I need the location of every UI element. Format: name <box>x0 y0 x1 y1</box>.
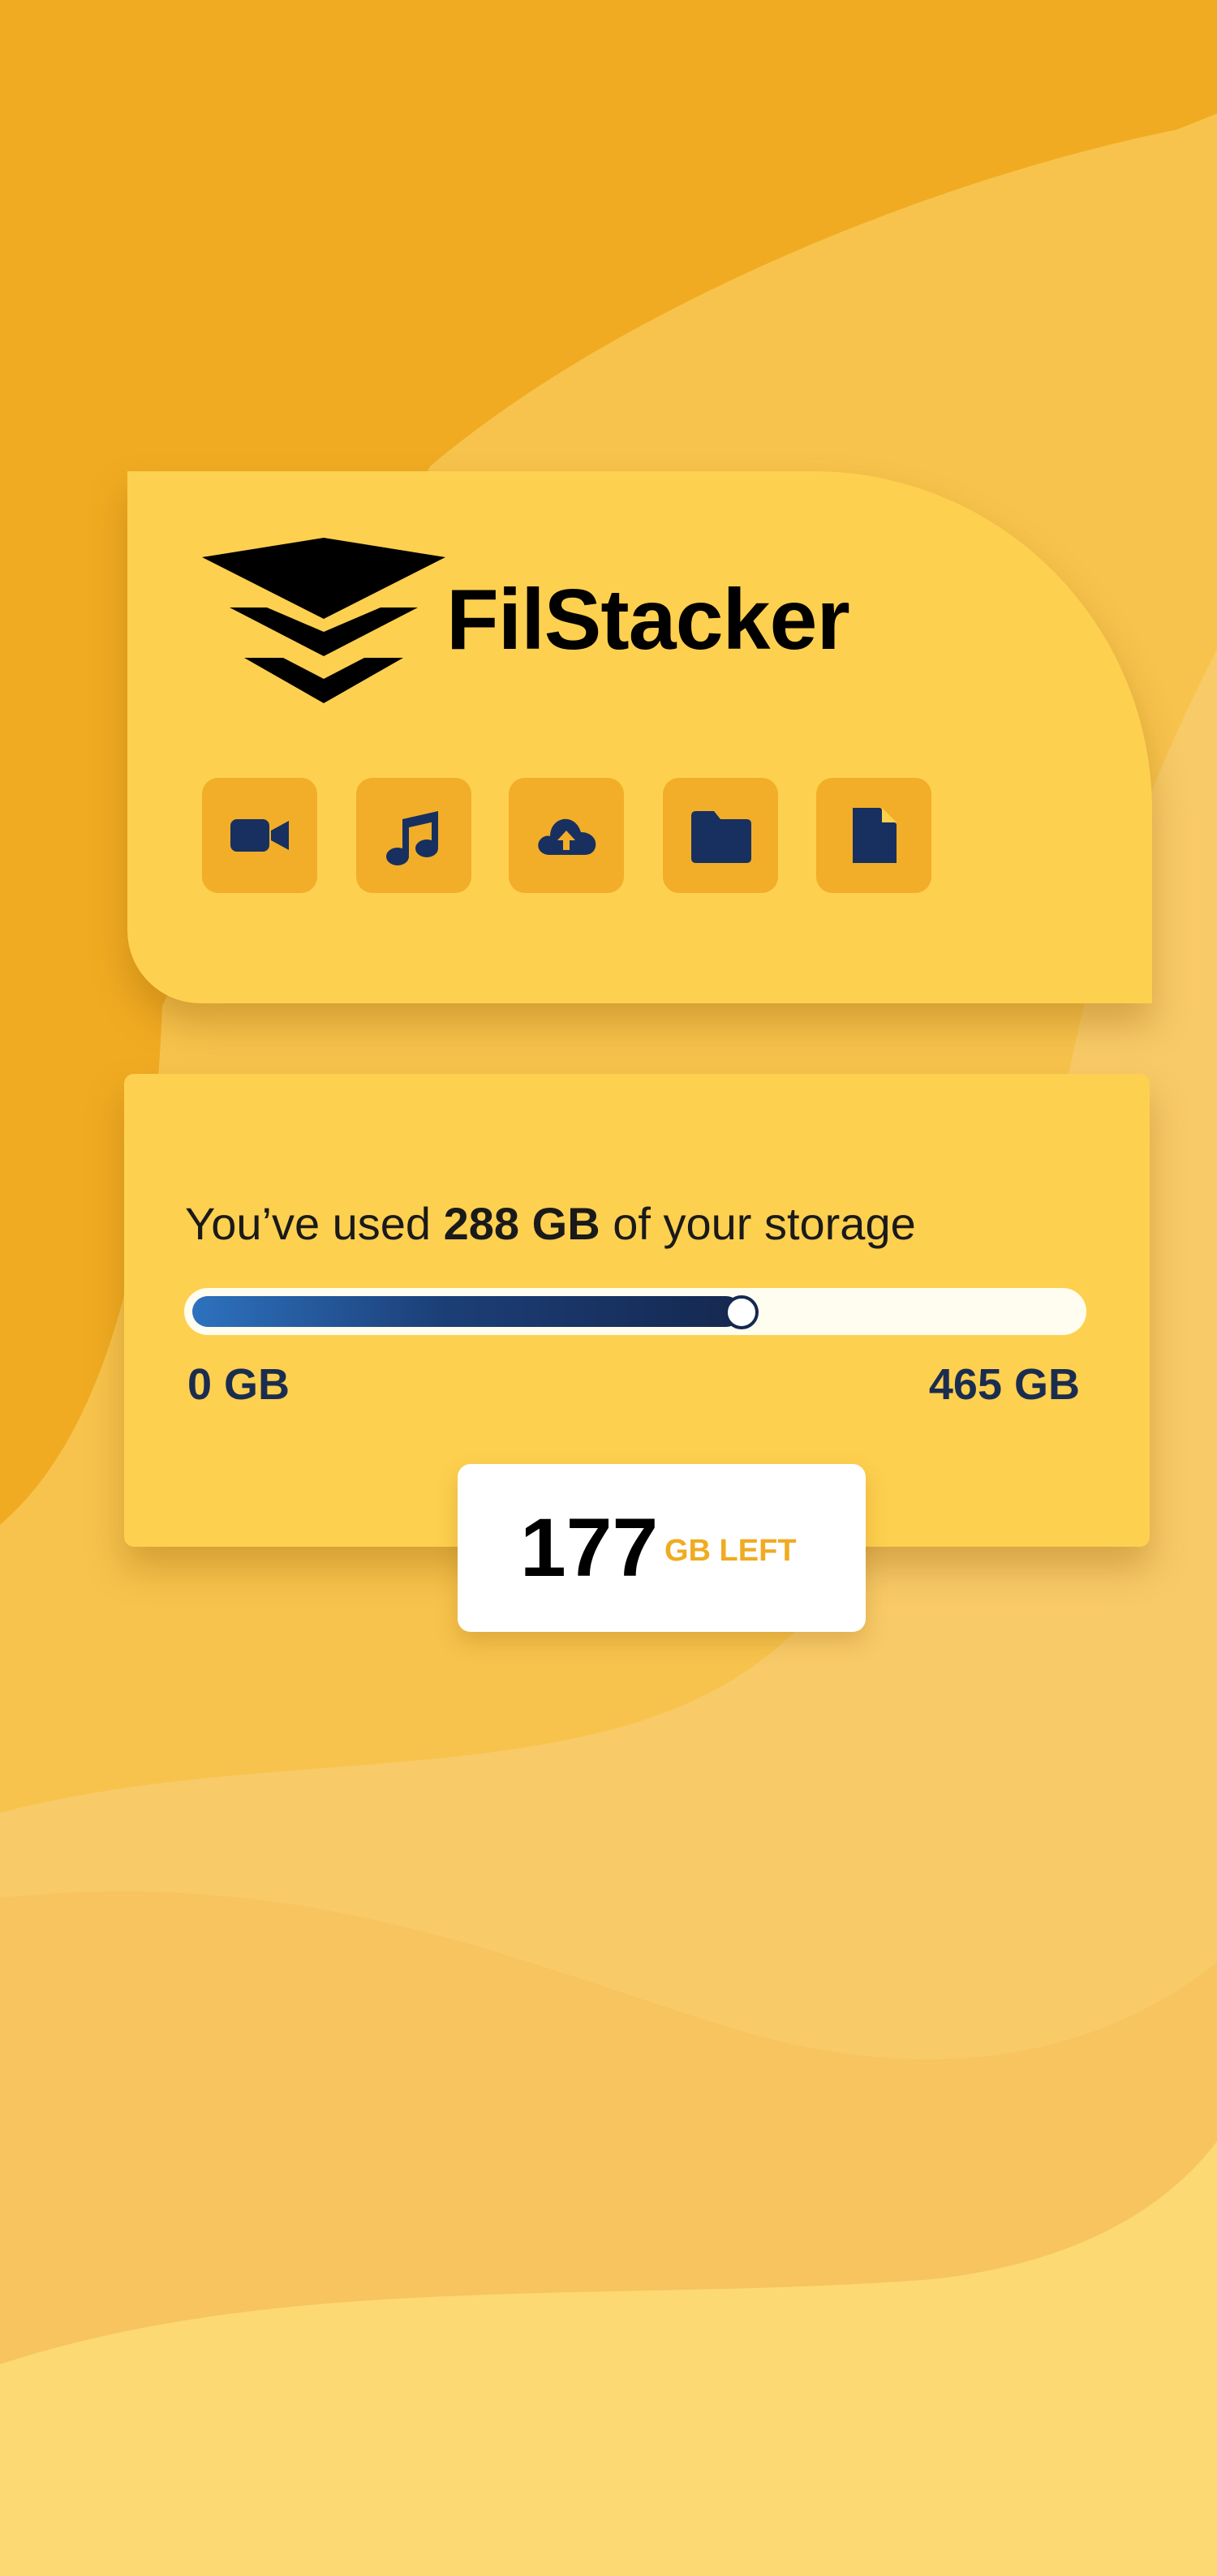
video-button[interactable] <box>202 778 317 893</box>
document-button[interactable] <box>816 778 931 893</box>
progress-fill <box>192 1296 742 1327</box>
brand-card: FilStacker <box>127 471 1152 1003</box>
document-icon <box>853 808 897 863</box>
app-name: FilStacker <box>446 572 850 668</box>
storage-progress-bar <box>184 1288 1086 1335</box>
progress-knob[interactable] <box>725 1295 759 1329</box>
range-max-label: 465 GB <box>928 1360 1080 1409</box>
stack-logo-icon <box>202 538 445 703</box>
upload-button[interactable] <box>509 778 624 893</box>
folder-icon <box>691 811 751 863</box>
range-min-label: 0 GB <box>187 1360 290 1409</box>
video-camera-icon <box>230 819 289 852</box>
storage-left-badge: 177 GB LEFT <box>458 1464 866 1632</box>
used-amount: 288 GB <box>443 1198 600 1249</box>
folder-button[interactable] <box>663 778 778 893</box>
usage-prefix: You’ve used <box>185 1198 444 1249</box>
music-note-icon <box>386 811 438 865</box>
storage-left-value: 177 <box>520 1501 659 1594</box>
storage-left-unit: GB LEFT <box>664 1534 797 1568</box>
audio-button[interactable] <box>356 778 471 893</box>
cloud-upload-icon <box>538 818 596 855</box>
storage-usage-text: You’ve used 288 GB of your storage <box>185 1197 916 1250</box>
usage-suffix: of your storage <box>600 1198 916 1249</box>
